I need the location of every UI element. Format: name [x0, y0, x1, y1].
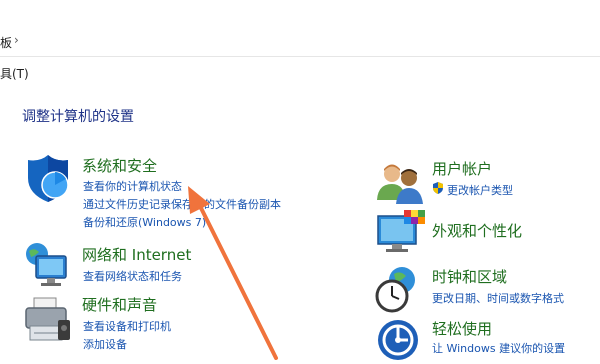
link-file-history[interactable]: 通过文件历史记录保存你的文件备份副本	[83, 196, 281, 212]
category-title-clock-region[interactable]: 时钟和区域	[432, 266, 507, 287]
link-change-account-type[interactable]: 更改帐户类型	[447, 182, 513, 198]
category-title-network[interactable]: 网络和 Internet	[82, 244, 191, 265]
appearance-monitor-icon[interactable]	[374, 208, 426, 260]
link-view-computer-status[interactable]: 查看你的计算机状态	[83, 178, 182, 194]
category-title-ease-of-access[interactable]: 轻松使用	[432, 318, 492, 339]
link-add-device[interactable]: 添加设备	[83, 336, 127, 352]
link-backup-restore[interactable]: 备份和还原(Windows 7)	[83, 214, 206, 230]
chevron-right-icon[interactable]: ›	[14, 33, 19, 47]
breadcrumb-current[interactable]: 板	[0, 34, 12, 51]
menu-bar: 具(T)	[0, 62, 600, 84]
ease-of-access-icon[interactable]	[374, 312, 426, 364]
shield-icon[interactable]	[22, 152, 74, 204]
clock-globe-icon[interactable]	[374, 264, 426, 316]
link-windows-suggest-settings[interactable]: 让 Windows 建议你的设置	[432, 340, 565, 356]
printer-icon[interactable]	[22, 296, 74, 348]
link-change-date-time-format[interactable]: 更改日期、时间或数字格式	[432, 290, 564, 306]
users-icon[interactable]	[374, 158, 426, 210]
category-title-appearance[interactable]: 外观和个性化	[432, 220, 522, 241]
address-bar[interactable]: 板 ›	[0, 28, 600, 57]
menu-item-tools[interactable]: 具(T)	[0, 65, 29, 82]
link-devices-printers[interactable]: 查看设备和打印机	[83, 318, 171, 334]
category-title-hardware[interactable]: 硬件和声音	[82, 294, 157, 315]
category-title-system-security[interactable]: 系统和安全	[82, 155, 157, 176]
network-globe-icon[interactable]	[22, 240, 74, 292]
link-network-status[interactable]: 查看网络状态和任务	[83, 268, 182, 284]
uac-shield-icon	[433, 182, 443, 194]
category-title-user-accounts[interactable]: 用户帐户	[432, 158, 492, 179]
page-title: 调整计算机的设置	[22, 109, 134, 125]
